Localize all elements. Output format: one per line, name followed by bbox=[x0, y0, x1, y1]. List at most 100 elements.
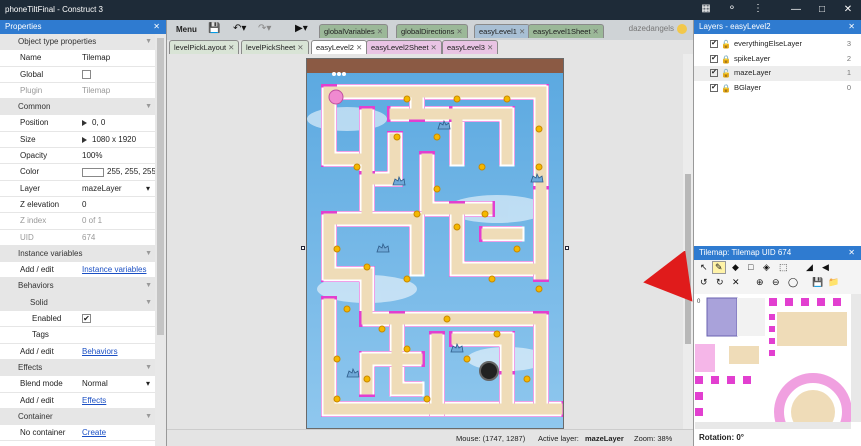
property-section[interactable]: Object type properties ▼ bbox=[0, 34, 166, 51]
close-tab-icon[interactable]: ✕ bbox=[487, 43, 493, 52]
flip-icon[interactable]: ◀ bbox=[822, 262, 829, 273]
rotate-cw-icon[interactable]: ↻ bbox=[716, 277, 724, 288]
property-value-cell[interactable]: 1080 x 1920 bbox=[82, 132, 136, 148]
dropdown-arrow-icon[interactable]: ▾ bbox=[146, 181, 150, 197]
property-value-cell[interactable]: mazeLayer ▾ bbox=[82, 181, 150, 197]
close-window-button[interactable]: ✕ bbox=[835, 0, 861, 20]
property-value-cell[interactable]: 255, 255, 255 bbox=[82, 164, 156, 180]
tab-globalDirections[interactable]: globalDirections ✕ bbox=[396, 24, 468, 38]
tab-easyLevel2Sheet[interactable]: easyLevel2Sheet ✕ bbox=[366, 40, 442, 54]
property-section[interactable]: Behaviors ▼ bbox=[0, 278, 166, 295]
tab-levelPickSheet[interactable]: levelPickSheet ✕ bbox=[241, 40, 309, 54]
property-section[interactable]: Container ▼ bbox=[0, 408, 166, 426]
lock-icon[interactable]: 🔒 bbox=[721, 82, 731, 96]
resize-handle-right[interactable] bbox=[565, 246, 569, 250]
resize-handle-left[interactable] bbox=[301, 246, 305, 250]
tab-globalVariables[interactable]: globalVariables ✕ bbox=[319, 24, 389, 38]
canvas-scrollbar[interactable] bbox=[683, 54, 693, 429]
menu-button[interactable]: Menu bbox=[173, 23, 200, 36]
rectangle-icon[interactable]: □ bbox=[748, 262, 753, 272]
properties-scrollbar[interactable] bbox=[155, 34, 166, 446]
dropdown-arrow-icon[interactable]: ▾ bbox=[146, 376, 150, 392]
property-value-cell[interactable]: Behaviors bbox=[82, 344, 118, 360]
property-value-cell[interactable]: 0 bbox=[82, 197, 86, 213]
collapse-icon[interactable]: ▼ bbox=[145, 99, 152, 115]
tab-easyLevel2[interactable]: easyLevel2 ✕ bbox=[311, 40, 368, 54]
maximize-button[interactable]: □ bbox=[809, 0, 835, 20]
save-icon[interactable]: 💾 bbox=[208, 23, 220, 34]
visibility-checkbox[interactable]: ✔ bbox=[710, 83, 718, 92]
tileset-image[interactable]: 0 bbox=[695, 294, 851, 422]
open-folder-icon[interactable]: 📁 bbox=[828, 277, 839, 288]
close-tab-icon[interactable]: ✕ bbox=[356, 43, 362, 52]
pencil-icon[interactable]: ✎ bbox=[712, 261, 726, 274]
collapse-icon[interactable]: ▼ bbox=[145, 295, 152, 311]
mirror-icon[interactable]: ◢ bbox=[806, 262, 813, 273]
collapse-icon[interactable]: ▼ bbox=[145, 278, 152, 294]
property-link[interactable]: Create bbox=[82, 428, 106, 437]
tileset-vscrollbar[interactable] bbox=[851, 294, 861, 422]
checkbox[interactable] bbox=[82, 69, 91, 79]
rotate-ccw-icon[interactable]: ↺ bbox=[700, 277, 708, 288]
redo-icon[interactable]: ↷▾ bbox=[258, 23, 271, 34]
property-section[interactable]: Instance variables ▼ bbox=[0, 245, 166, 263]
visibility-checkbox[interactable]: ✔ bbox=[710, 40, 718, 48]
scrollbar-thumb[interactable] bbox=[157, 38, 164, 335]
eraser-icon[interactable]: ◆ bbox=[732, 262, 739, 273]
collapse-icon[interactable]: ▼ bbox=[145, 246, 152, 262]
expand-icon[interactable] bbox=[82, 120, 87, 127]
property-value-cell[interactable]: Create bbox=[82, 425, 106, 441]
more-icon[interactable]: ⋮ bbox=[746, 3, 770, 17]
property-section[interactable]: Solid ▼ bbox=[0, 294, 166, 312]
play-icon[interactable]: ▶▾ bbox=[295, 23, 308, 34]
close-tab-icon[interactable]: ✕ bbox=[519, 27, 525, 36]
property-section[interactable]: Effects ▼ bbox=[0, 359, 166, 377]
minimize-button[interactable]: — bbox=[783, 0, 809, 20]
property-checkbox[interactable]: ✔ bbox=[82, 311, 91, 327]
tileset-view[interactable]: 0 bbox=[695, 294, 851, 422]
visibility-checkbox[interactable]: ✔ bbox=[710, 54, 718, 63]
expand-icon[interactable] bbox=[82, 136, 87, 143]
unlock-icon[interactable]: 🔓 bbox=[721, 38, 731, 52]
tileset-hscrollbar[interactable] bbox=[695, 422, 851, 429]
layer-row[interactable]: ✔ 🔒 BGlayer 0 bbox=[694, 81, 861, 96]
collapse-icon[interactable]: ▼ bbox=[145, 409, 152, 425]
layer-row[interactable]: ✔ 🔒 spikeLayer 2 bbox=[694, 52, 861, 67]
property-link[interactable]: Effects bbox=[82, 396, 106, 405]
close-layers-button[interactable]: ✕ bbox=[848, 20, 855, 34]
level-area[interactable] bbox=[306, 58, 564, 429]
property-link[interactable]: Behaviors bbox=[82, 347, 118, 356]
zoom-out-icon[interactable]: ⊖ bbox=[772, 277, 780, 288]
visibility-checkbox[interactable]: ✔ bbox=[710, 69, 718, 77]
reset-transform-icon[interactable]: ✕ bbox=[732, 277, 740, 288]
property-value-cell[interactable]: 100% bbox=[82, 148, 102, 164]
close-tab-icon[interactable]: ✕ bbox=[228, 43, 234, 52]
tab-easyLevel1[interactable]: easyLevel1 ✕ bbox=[474, 24, 531, 38]
property-value-cell[interactable]: Instance variables bbox=[82, 262, 146, 278]
cursor-icon[interactable]: ↖ bbox=[700, 262, 708, 273]
save-tiles-icon[interactable]: 💾 bbox=[812, 277, 823, 288]
property-value-cell[interactable]: Normal ▾ bbox=[82, 376, 150, 392]
collapse-icon[interactable]: ▼ bbox=[145, 34, 152, 50]
collapse-icon[interactable]: ▼ bbox=[145, 360, 152, 376]
tab-easyLevel3[interactable]: easyLevel3 ✕ bbox=[442, 40, 499, 54]
property-value-cell[interactable]: Tilemap bbox=[82, 50, 110, 66]
property-section[interactable]: Common ▼ bbox=[0, 99, 166, 116]
close-tab-icon[interactable]: ✕ bbox=[377, 27, 383, 36]
checkbox[interactable]: ✔ bbox=[82, 314, 91, 324]
close-tab-icon[interactable]: ✕ bbox=[593, 27, 599, 36]
color-swatch[interactable] bbox=[82, 167, 104, 177]
tab-levelPickLayout[interactable]: levelPickLayout ✕ bbox=[169, 40, 240, 54]
undo-icon[interactable]: ↶▾ bbox=[233, 23, 246, 34]
close-tilemap-button[interactable]: ✕ bbox=[848, 246, 855, 260]
zoom-in-icon[interactable]: ⊕ bbox=[756, 277, 764, 288]
user-account[interactable]: dazedangels bbox=[629, 24, 687, 34]
close-tab-icon[interactable]: ✕ bbox=[431, 43, 437, 52]
close-tab-icon[interactable]: ✕ bbox=[456, 27, 462, 36]
key-icon[interactable]: ⚬ bbox=[720, 3, 744, 17]
lock-icon[interactable]: 🔒 bbox=[721, 53, 731, 67]
property-value-cell[interactable]: 0, 0 bbox=[82, 115, 105, 131]
maze-tilemap[interactable] bbox=[307, 59, 564, 429]
property-value-cell[interactable]: Effects bbox=[82, 393, 106, 409]
layer-row[interactable]: ✔ 🔓 everythingElseLayer 3 bbox=[694, 37, 861, 52]
